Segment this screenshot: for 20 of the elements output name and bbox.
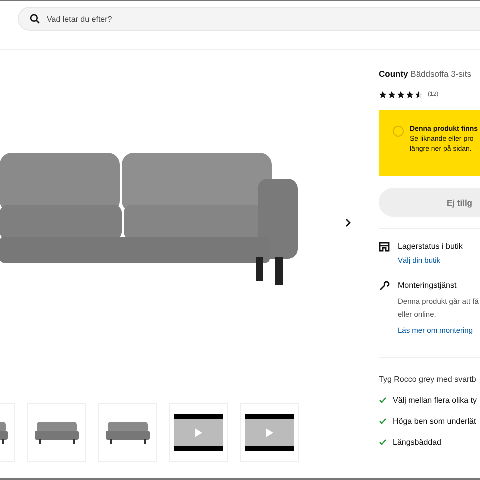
check-icon bbox=[379, 418, 387, 425]
play-icon bbox=[194, 428, 203, 438]
store-icon bbox=[379, 242, 390, 252]
service-title: Monteringstjänst bbox=[398, 281, 458, 290]
info-icon bbox=[393, 126, 404, 137]
sofa-drawing bbox=[34, 422, 78, 444]
check-icon bbox=[379, 397, 387, 404]
fabric-description: Tyg Rocco grey med svartb bbox=[379, 375, 478, 384]
service-title: Lagerstatus i butik bbox=[398, 242, 463, 251]
feature-text: Längsbäddad bbox=[393, 438, 442, 447]
check-icon bbox=[379, 439, 387, 446]
product-name: Bäddsoffa 3-sits bbox=[410, 69, 472, 79]
play-icon bbox=[265, 428, 274, 438]
wrench-icon bbox=[379, 281, 390, 291]
feature-text: Höga ben som underlät bbox=[393, 417, 476, 426]
product-brand: County bbox=[379, 69, 408, 79]
sofa-drawing bbox=[106, 422, 150, 444]
search-field[interactable]: Vad letar du efter? bbox=[18, 7, 480, 31]
feature-text: Välj mellan flera olika ty bbox=[393, 396, 478, 405]
search-icon bbox=[30, 14, 40, 24]
